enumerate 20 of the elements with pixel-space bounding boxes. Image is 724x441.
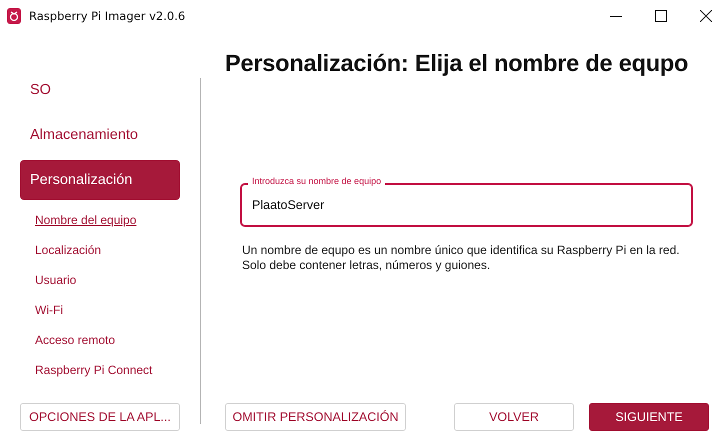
sidebar-subitem[interactable]: Nombre del equipo bbox=[35, 213, 136, 227]
sidebar-item[interactable]: Almacenamiento bbox=[20, 115, 180, 155]
sidebar-subitem[interactable]: Acceso remoto bbox=[35, 333, 116, 347]
help-text: Solo debe contener letras, números y guiones. bbox=[242, 258, 492, 273]
next-button[interactable]: SIGUIENTE bbox=[589, 402, 709, 430]
maximize-icon[interactable] bbox=[655, 10, 667, 22]
window-title: Raspberry Pi Imager v2.0.6 bbox=[29, 9, 186, 23]
sidebar-subitem[interactable]: Raspberry Pi Connect bbox=[35, 363, 152, 377]
help-text: Un nombre de equpo es un nombre único que identifica su Raspberry Pi en la red. bbox=[242, 243, 681, 258]
close-icon[interactable] bbox=[700, 10, 712, 22]
sidebar-subitem[interactable]: Wi-Fi bbox=[35, 303, 63, 317]
sidebar-item[interactable]: Personalización bbox=[20, 160, 180, 200]
footer-button[interactable]: OPCIONES DE LA APL... bbox=[20, 402, 180, 430]
footer-button[interactable]: OMITIR PERSONALIZACIÓN bbox=[225, 402, 406, 430]
field-label: Introduzca su nombre de equipo bbox=[248, 176, 386, 187]
sidebar-item[interactable]: SO bbox=[20, 70, 180, 110]
sidebar-subitem[interactable]: Localización bbox=[35, 243, 102, 257]
page-heading: Personalización: Elija el nombre de equpo bbox=[225, 50, 690, 77]
sidebar-subitem[interactable]: Usuario bbox=[35, 273, 76, 287]
footer-button[interactable]: VOLVER bbox=[454, 402, 574, 430]
